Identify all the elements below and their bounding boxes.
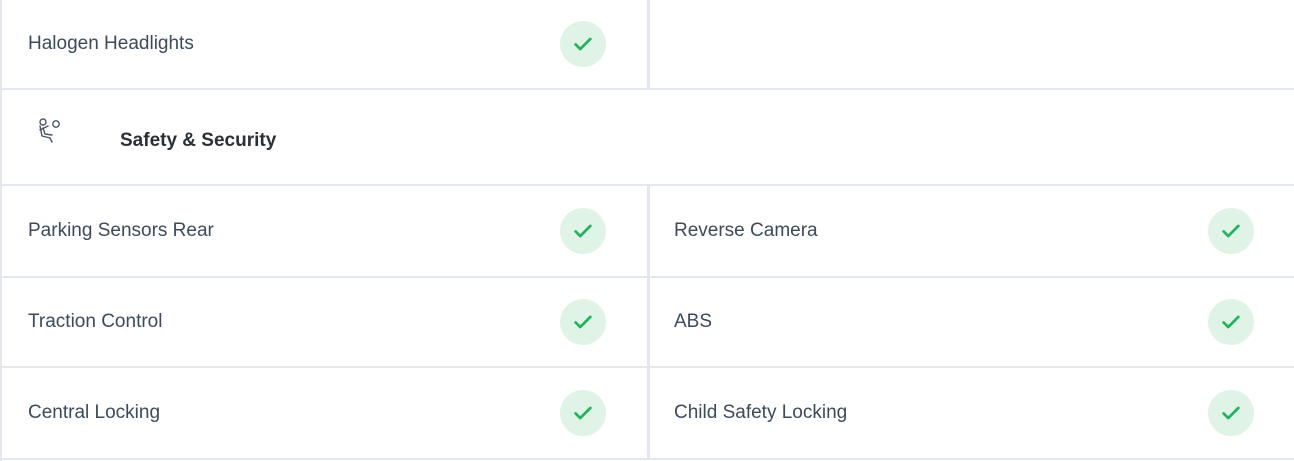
check-icon <box>560 390 606 436</box>
feature-label: Child Safety Locking <box>674 402 848 423</box>
feature-row: Parking Sensors Rear Reverse Camera <box>2 186 1294 278</box>
seatbelt-person-icon <box>36 116 66 146</box>
feature-label: Parking Sensors Rear <box>28 220 214 241</box>
feature-cell: Reverse Camera <box>650 186 1294 276</box>
feature-label: Halogen Headlights <box>28 33 194 54</box>
check-icon <box>560 208 606 254</box>
features-table: Halogen Headlights Safety & Security Par… <box>0 0 1294 461</box>
feature-label: Traction Control <box>28 311 163 332</box>
feature-row: Central Locking Child Safety Locking <box>2 368 1294 460</box>
feature-label: Reverse Camera <box>674 220 818 241</box>
feature-label: ABS <box>674 311 713 332</box>
feature-row-top: Halogen Headlights <box>2 0 1294 90</box>
feature-cell: Traction Control <box>2 278 650 366</box>
check-icon <box>560 21 606 67</box>
check-icon <box>1208 208 1254 254</box>
feature-label: Central Locking <box>28 402 161 423</box>
check-icon <box>1208 299 1254 345</box>
feature-cell-empty <box>650 0 1294 88</box>
feature-cell: Child Safety Locking <box>650 368 1294 458</box>
feature-cell: Parking Sensors Rear <box>2 186 650 276</box>
feature-row: Traction Control ABS <box>2 278 1294 368</box>
section-title: Safety & Security <box>120 130 277 151</box>
feature-cell-halogen-headlights: Halogen Headlights <box>2 0 650 88</box>
check-icon <box>1208 390 1254 436</box>
feature-cell: ABS <box>650 278 1294 366</box>
feature-cell: Central Locking <box>2 368 650 458</box>
check-icon <box>560 299 606 345</box>
